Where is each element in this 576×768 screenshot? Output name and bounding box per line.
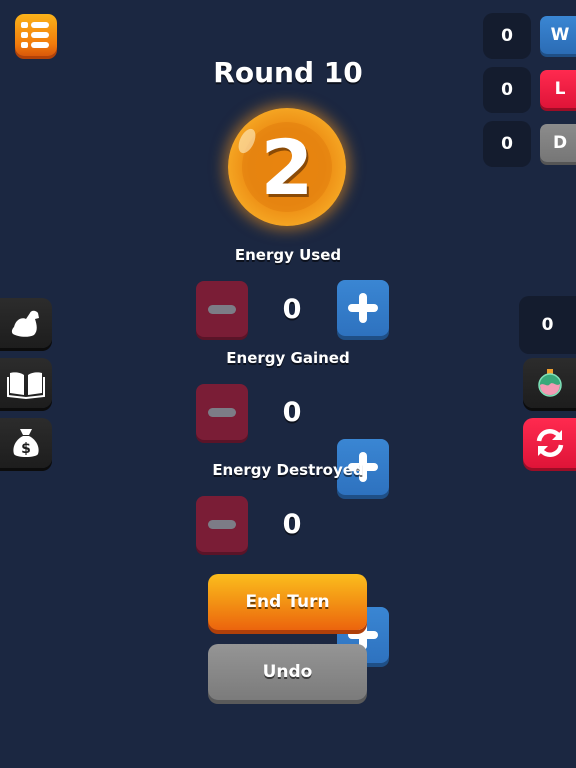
energy-destroyed-value: 0 xyxy=(282,509,302,540)
refresh-icon xyxy=(536,428,563,458)
coin-value: 2 xyxy=(260,122,314,212)
svg-text:$: $ xyxy=(21,441,31,457)
energy-used-plus-button[interactable] xyxy=(337,280,389,336)
flexed-arm-icon xyxy=(11,310,39,337)
strength-button[interactable] xyxy=(0,298,52,348)
energy-used-label: Energy Used xyxy=(234,246,342,264)
minus-icon xyxy=(208,519,236,529)
energy-destroyed-minus-button[interactable] xyxy=(196,496,248,552)
rules-book-button[interactable] xyxy=(0,358,52,408)
wins-button[interactable]: W xyxy=(540,16,576,54)
open-book-icon xyxy=(7,372,45,399)
energy-used-minus-button[interactable] xyxy=(196,281,248,337)
energy-gained-value: 0 xyxy=(282,397,302,428)
energy-used-value: 0 xyxy=(282,294,302,325)
money-button[interactable]: $ xyxy=(0,418,52,468)
energy-destroyed-label: Energy Destroyed xyxy=(212,461,364,479)
reset-button[interactable] xyxy=(523,418,576,468)
end-turn-button[interactable]: End Turn xyxy=(208,574,367,630)
draws-button[interactable]: D xyxy=(540,124,576,162)
round-title: Round 10 xyxy=(213,56,363,89)
potion-icon xyxy=(537,369,562,397)
minus-icon xyxy=(208,407,236,417)
draws-count: 0 xyxy=(483,121,531,167)
list-menu-icon xyxy=(21,22,57,28)
money-bag-icon: $ xyxy=(13,429,39,457)
potion-button[interactable] xyxy=(523,358,576,408)
energy-gained-minus-button[interactable] xyxy=(196,384,248,440)
wins-count: 0 xyxy=(483,13,531,59)
energy-gained-label: Energy Gained xyxy=(226,349,350,367)
coin-counter[interactable]: 2 xyxy=(228,108,346,226)
undo-button[interactable]: Undo xyxy=(208,644,367,700)
menu-button[interactable] xyxy=(15,14,57,56)
right-counter: 0 xyxy=(519,296,576,354)
minus-icon xyxy=(208,304,236,314)
